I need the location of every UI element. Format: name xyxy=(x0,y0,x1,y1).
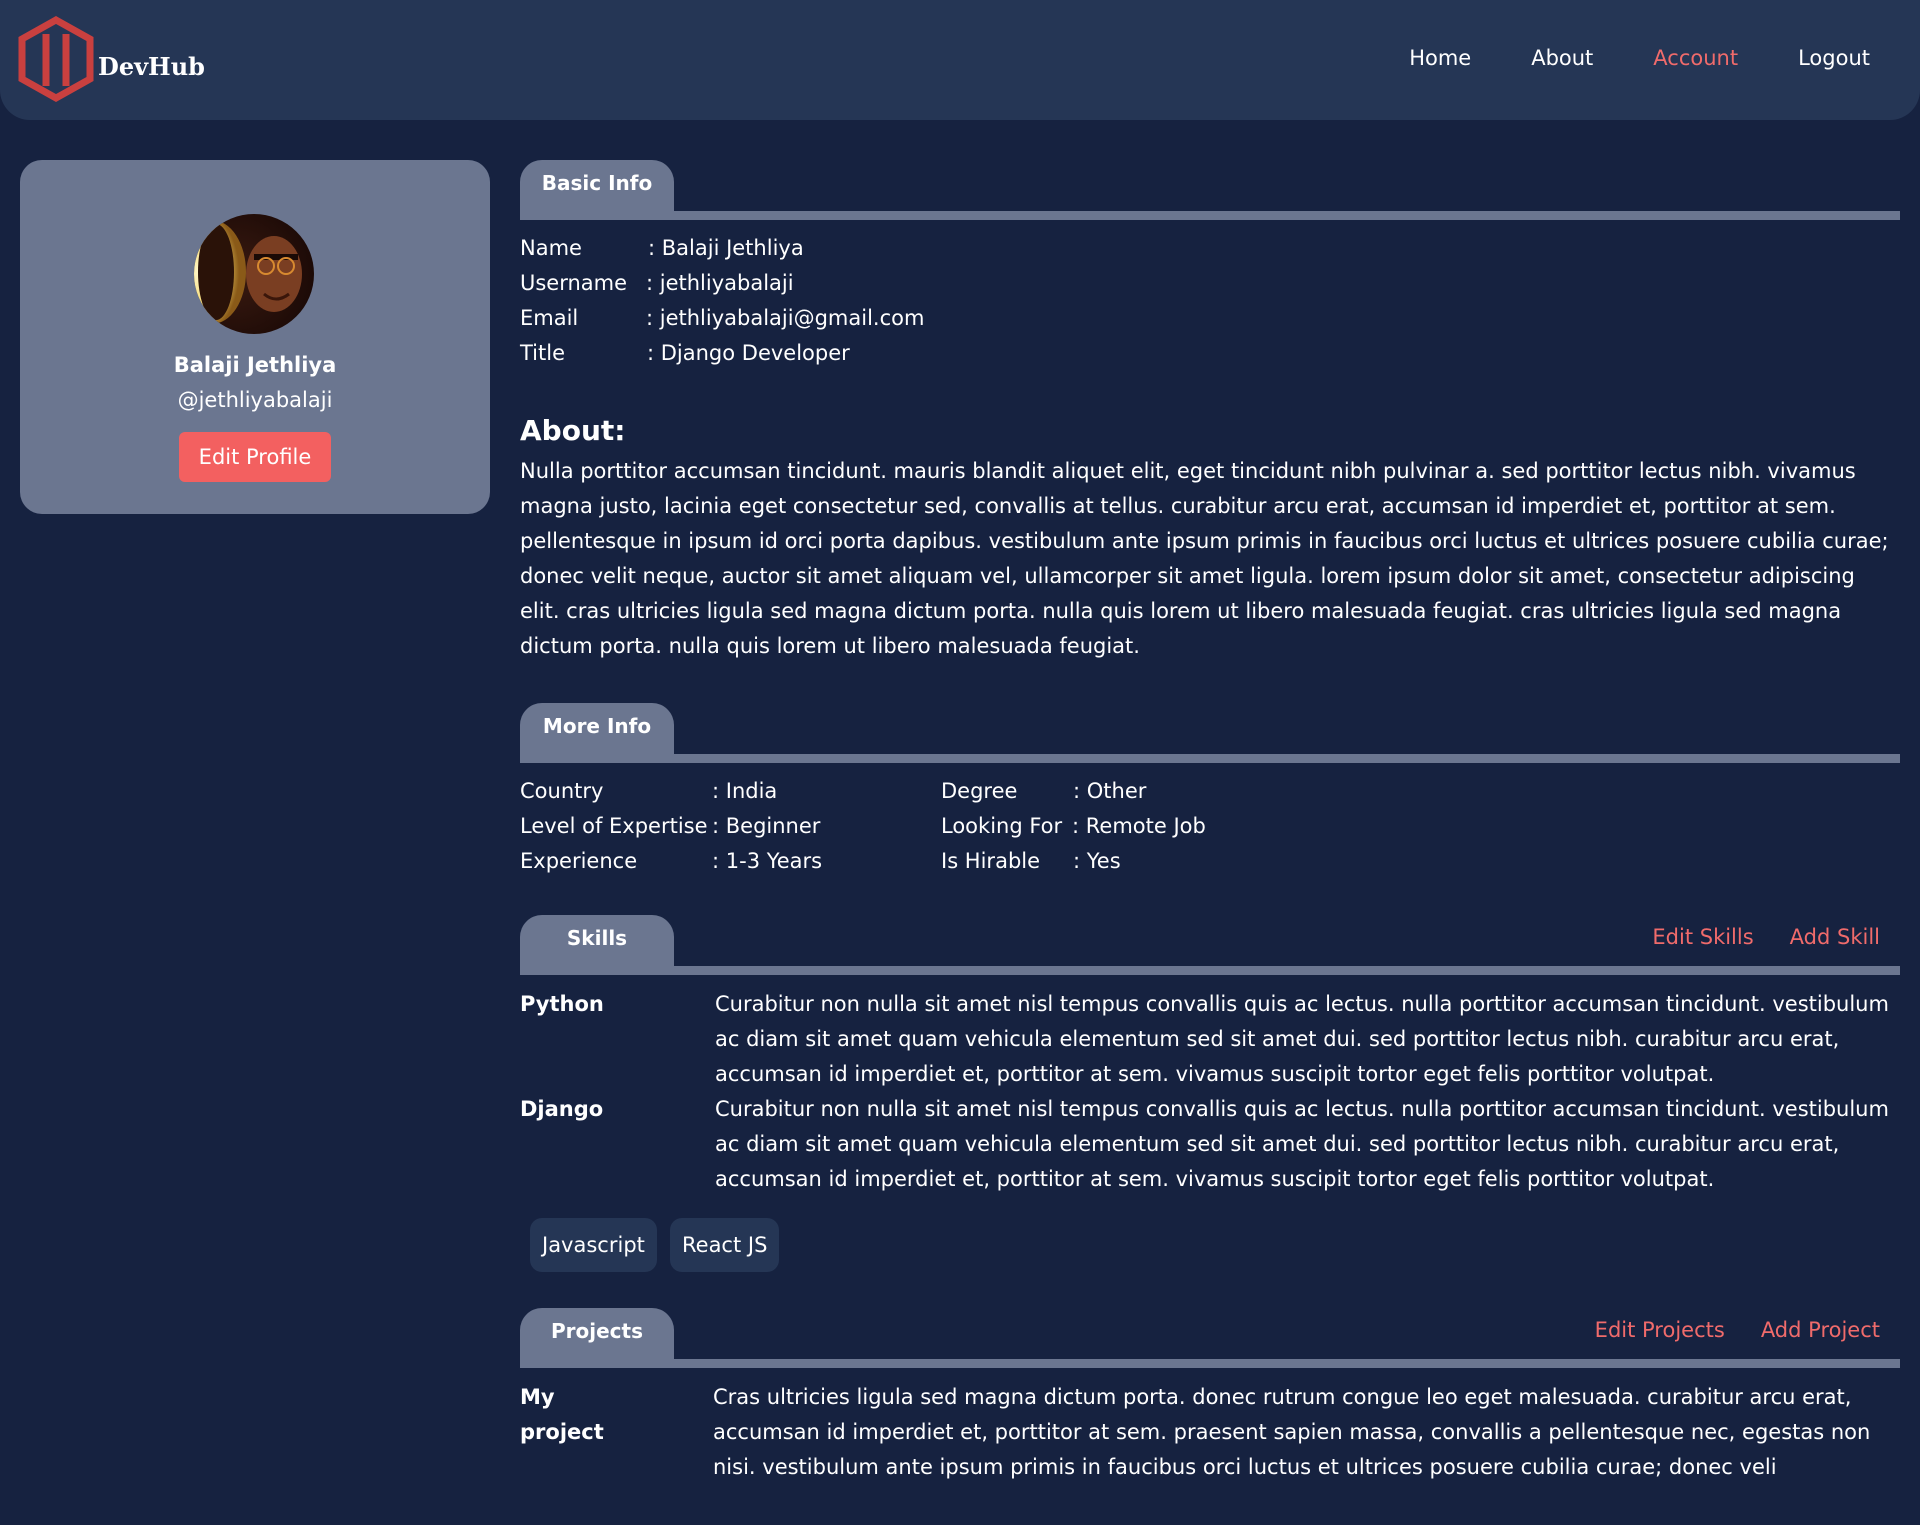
info-value: : Beginner xyxy=(712,814,821,838)
skill-tag-javascript[interactable]: Javascript xyxy=(530,1218,657,1272)
section-divider xyxy=(520,211,1900,220)
info-key: Level of Expertise xyxy=(520,814,708,838)
info-key: Looking For xyxy=(941,814,1063,838)
info-value: : Remote Job xyxy=(1072,814,1206,838)
add-project-link[interactable]: Add Project xyxy=(1761,1318,1880,1342)
devhub-hexagon-icon xyxy=(18,16,94,102)
more-info-header: More Info xyxy=(520,703,1900,763)
info-value: : 1-3 Years xyxy=(712,849,823,873)
info-value: : Django Developer xyxy=(647,341,850,365)
info-value: : jethliyabalaji@gmail.com xyxy=(646,306,925,330)
info-value: : India xyxy=(712,779,778,803)
projects-header: Projects Edit Projects Add Project xyxy=(520,1308,1900,1368)
skill-tag-react-js[interactable]: React JS xyxy=(670,1218,780,1272)
profile-card: Balaji Jethliya @jethliyabalaji Edit Pro… xyxy=(20,160,490,514)
info-key: Name xyxy=(520,236,582,260)
project-description: Cras ultricies ligula sed magna dictum p… xyxy=(713,1385,1871,1479)
add-skill-link[interactable]: Add Skill xyxy=(1790,925,1880,949)
info-value: : jethliyabalaji xyxy=(646,271,794,295)
skill-name: Python xyxy=(520,992,604,1016)
top-navbar: DevHub Home About Account Logout xyxy=(0,0,1920,120)
info-key: Email xyxy=(520,306,579,330)
edit-profile-button[interactable]: Edit Profile xyxy=(179,432,331,482)
nav-logout[interactable]: Logout xyxy=(1798,46,1870,70)
avatar xyxy=(194,214,314,334)
info-value: : Balaji Jethliya xyxy=(648,236,804,260)
skill-description: Curabitur non nulla sit amet nisl tempus… xyxy=(715,1097,1889,1191)
brand-name: DevHub xyxy=(98,51,205,81)
projects-actions: Edit Projects Add Project xyxy=(1559,1318,1880,1342)
project-name[interactable]: My project xyxy=(520,1380,640,1450)
nav-home[interactable]: Home xyxy=(1409,46,1471,70)
skill-name: Django xyxy=(520,1097,604,1121)
info-key: Country xyxy=(520,779,604,803)
about-heading: About: xyxy=(520,414,626,447)
section-divider xyxy=(520,1359,1900,1368)
profile-username: @jethliyabalaji xyxy=(177,388,333,412)
skill-description: Curabitur non nulla sit amet nisl tempus… xyxy=(715,992,1889,1086)
section-divider xyxy=(520,966,1900,975)
nav-account[interactable]: Account xyxy=(1653,46,1738,70)
profile-name: Balaji Jethliya xyxy=(173,353,337,377)
info-key: Username xyxy=(520,271,628,295)
info-key: Title xyxy=(520,341,566,365)
info-key: Experience xyxy=(520,849,638,873)
basic-info-header: Basic Info xyxy=(520,160,1900,220)
info-value: : Other xyxy=(1073,779,1147,803)
skills-actions: Edit Skills Add Skill xyxy=(1616,925,1880,949)
skills-header: Skills Edit Skills Add Skill xyxy=(520,915,1900,975)
brand-logo[interactable]: DevHub xyxy=(18,16,205,102)
about-text: Nulla porttitor accumsan tincidunt. maur… xyxy=(520,459,1889,658)
info-key: Degree xyxy=(941,779,1018,803)
info-value: : Yes xyxy=(1073,849,1121,873)
section-divider xyxy=(520,754,1900,763)
main-nav: Home About Account Logout xyxy=(1349,46,1870,70)
info-key: Is Hirable xyxy=(941,849,1041,873)
nav-about[interactable]: About xyxy=(1531,46,1593,70)
edit-projects-link[interactable]: Edit Projects xyxy=(1595,1318,1725,1342)
edit-skills-link[interactable]: Edit Skills xyxy=(1652,925,1753,949)
